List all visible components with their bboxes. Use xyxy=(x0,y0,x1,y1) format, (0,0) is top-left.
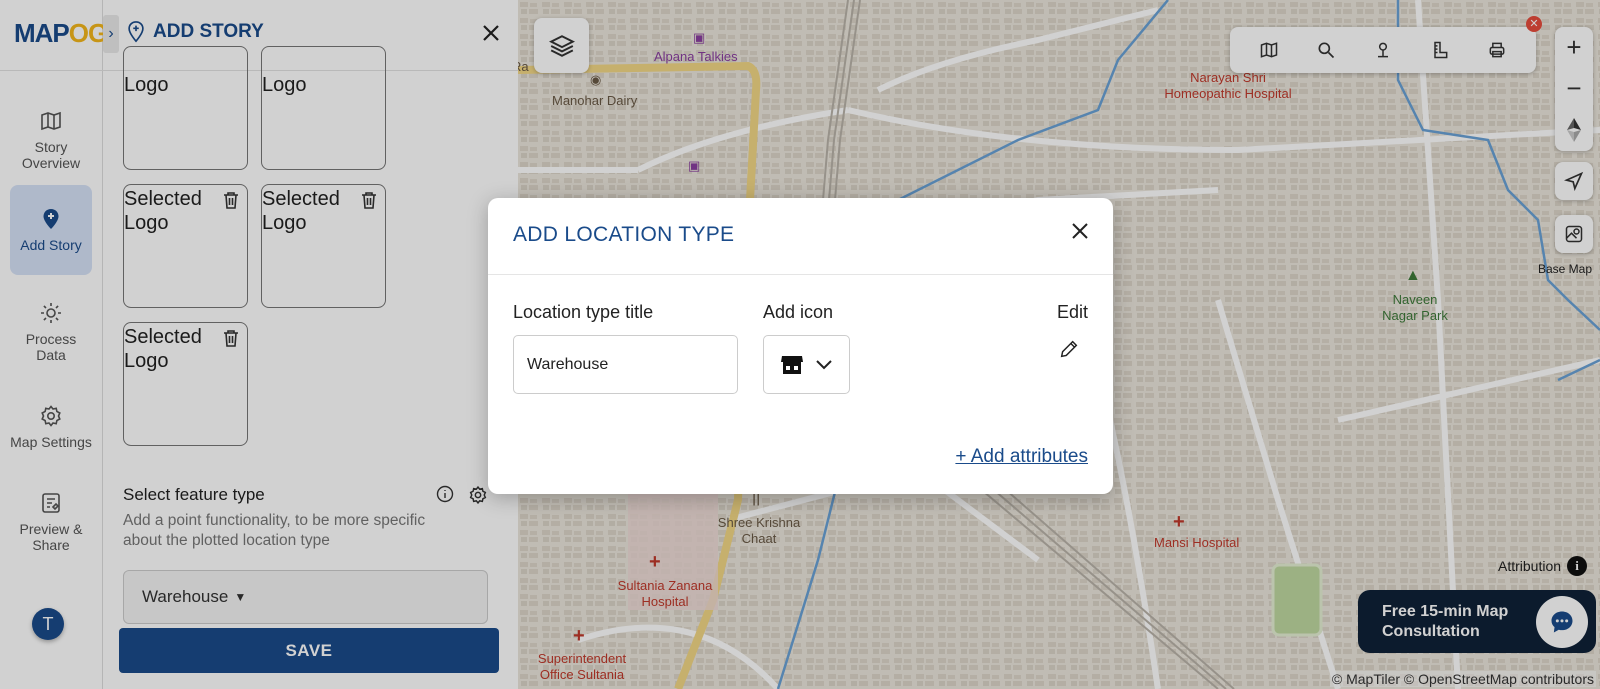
close-icon xyxy=(1072,223,1088,239)
add-attributes-link[interactable]: + Add attributes xyxy=(955,446,1088,468)
modal-divider xyxy=(488,274,1113,275)
icon-select[interactable] xyxy=(763,335,850,394)
close-modal-button[interactable] xyxy=(1071,222,1089,245)
add-icon-label: Add icon xyxy=(763,302,834,322)
store-icon xyxy=(780,355,803,374)
location-type-title-input[interactable] xyxy=(513,335,738,394)
location-type-title-label: Location type title xyxy=(513,302,654,322)
add-location-type-modal: ADD LOCATION TYPE Location type title Ad… xyxy=(488,198,1113,494)
modal-title: ADD LOCATION TYPE xyxy=(513,223,735,246)
edit-label: Edit xyxy=(1056,302,1088,322)
pencil-icon xyxy=(1060,340,1078,358)
chevron-down-icon xyxy=(816,359,832,369)
edit-button[interactable] xyxy=(1058,338,1080,365)
